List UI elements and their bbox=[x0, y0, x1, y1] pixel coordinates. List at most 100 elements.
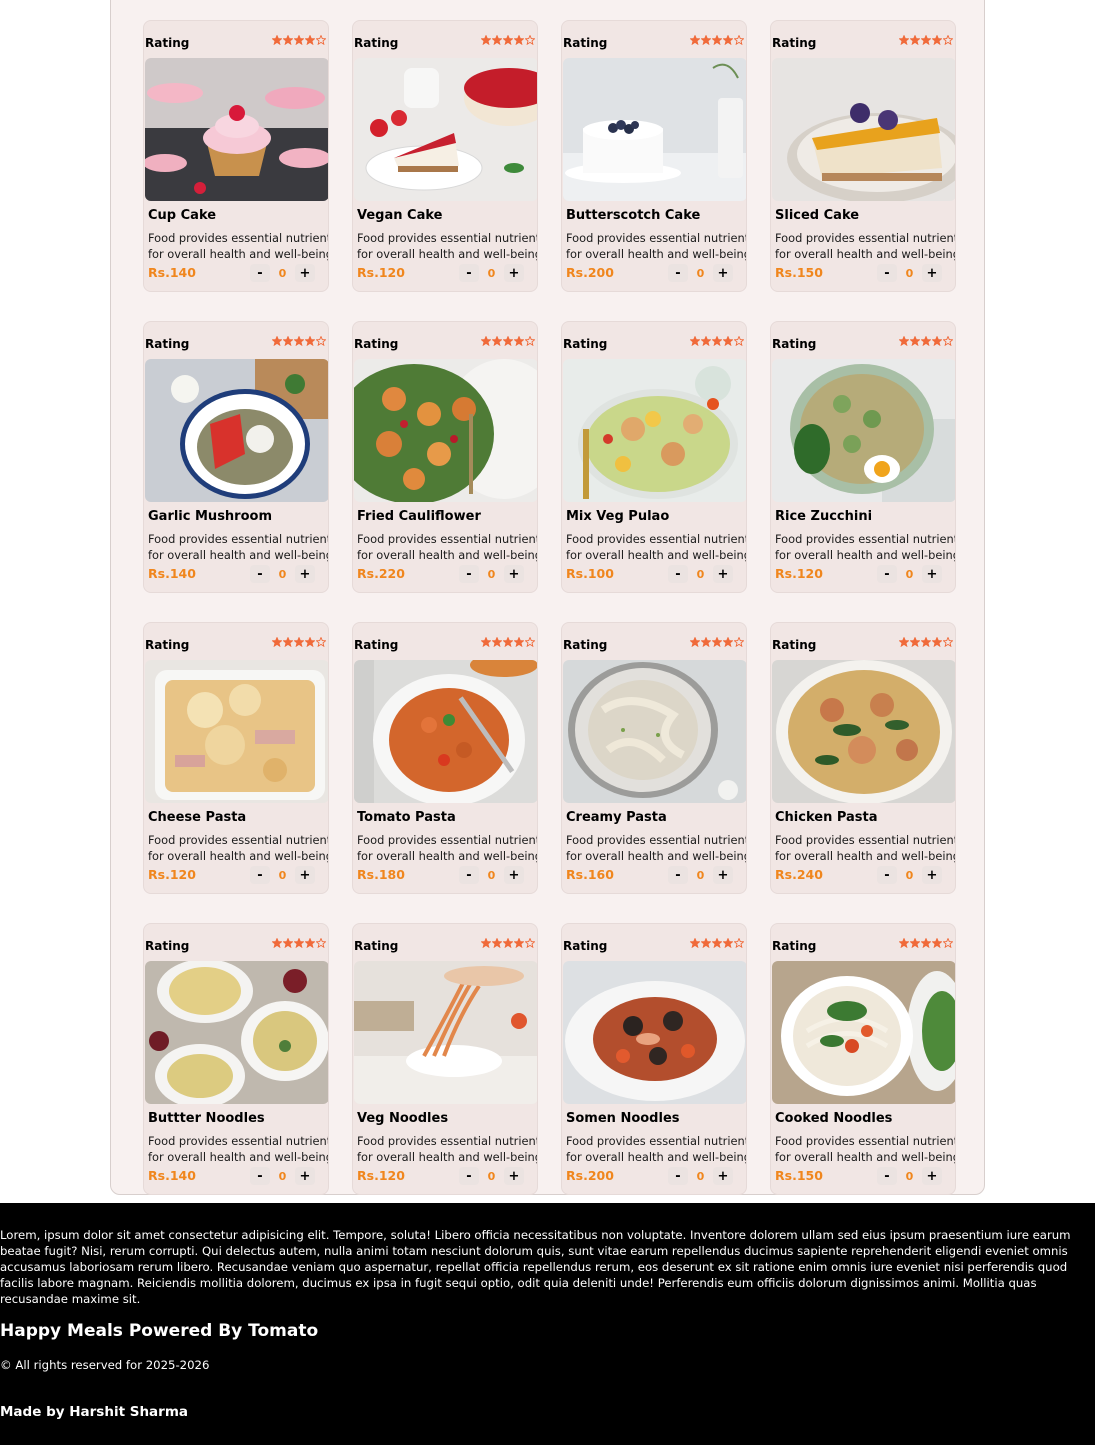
increment-button[interactable]: + bbox=[504, 1167, 524, 1185]
star-filled-icon bbox=[294, 637, 304, 647]
decrement-button[interactable]: - bbox=[877, 866, 897, 884]
rating-label: Rating bbox=[772, 337, 817, 351]
decrement-button[interactable]: - bbox=[877, 1167, 897, 1185]
rating-stars bbox=[899, 35, 953, 45]
food-description-line: Food provides essential nutrients bbox=[148, 833, 329, 847]
decrement-button[interactable]: - bbox=[668, 565, 688, 583]
food-description: Food provides essential nutrients for ov… bbox=[148, 531, 328, 563]
increment-button[interactable]: + bbox=[922, 565, 942, 583]
increment-button[interactable]: + bbox=[922, 866, 942, 884]
star-filled-icon bbox=[283, 35, 293, 45]
quantity-value: 0 bbox=[696, 868, 705, 882]
increment-button[interactable]: + bbox=[713, 565, 733, 583]
decrement-button[interactable]: - bbox=[877, 565, 897, 583]
food-price: Rs.160 bbox=[566, 867, 614, 882]
star-filled-icon bbox=[910, 35, 920, 45]
rating-label: Rating bbox=[563, 36, 608, 50]
star-filled-icon bbox=[690, 35, 700, 45]
rating-stars bbox=[690, 35, 744, 45]
star-filled-icon bbox=[514, 336, 524, 346]
star-filled-icon bbox=[690, 336, 700, 346]
decrement-button[interactable]: - bbox=[250, 1167, 270, 1185]
star-filled-icon bbox=[481, 637, 491, 647]
increment-button[interactable]: + bbox=[295, 866, 315, 884]
footer-description: Lorem, ipsum dolor sit amet consectetur … bbox=[0, 1228, 1071, 1306]
food-name: Buttter Noodles bbox=[148, 1111, 265, 1126]
card-rating-row: Rating bbox=[562, 35, 746, 51]
decrement-button[interactable]: - bbox=[668, 264, 688, 282]
increment-button[interactable]: + bbox=[504, 565, 524, 583]
star-filled-icon bbox=[503, 336, 513, 346]
star-filled-icon bbox=[899, 336, 909, 346]
food-price: Rs.200 bbox=[566, 265, 614, 280]
decrement-button[interactable]: - bbox=[459, 866, 479, 884]
rating-label: Rating bbox=[145, 638, 190, 652]
food-description: Food provides essential nutrients for ov… bbox=[357, 230, 538, 262]
food-card: Rating Buttter Noodles Food provides ess… bbox=[143, 923, 329, 1195]
decrement-button[interactable]: - bbox=[877, 264, 897, 282]
food-description-line: Food provides essential nutrients bbox=[775, 833, 956, 847]
quantity-value: 0 bbox=[278, 567, 287, 581]
food-card: Rating Sliced Cake Food provides essenti… bbox=[770, 20, 956, 292]
decrement-button[interactable]: - bbox=[668, 866, 688, 884]
food-name: Vegan Cake bbox=[357, 208, 443, 223]
food-card: Rating Somen Noodles Food provides essen… bbox=[561, 923, 747, 1195]
white-cake-blueberries-photo bbox=[563, 58, 746, 201]
quantity-stepper: - 0 + bbox=[250, 1167, 315, 1185]
food-card: Rating Cooked Noodles Food provides esse… bbox=[770, 923, 956, 1195]
food-description-line: Food provides essential nutrients bbox=[775, 231, 956, 245]
star-filled-icon bbox=[701, 336, 711, 346]
food-description-line: Food provides essential nutrients bbox=[357, 231, 538, 245]
food-price: Rs.180 bbox=[357, 867, 405, 882]
zucchini-rice-egg-photo bbox=[772, 359, 955, 502]
increment-button[interactable]: + bbox=[295, 1167, 315, 1185]
food-price: Rs.120 bbox=[148, 867, 196, 882]
card-rating-row: Rating bbox=[144, 336, 328, 352]
star-filled-icon bbox=[701, 35, 711, 45]
food-name: Cup Cake bbox=[148, 208, 217, 223]
decrement-button[interactable]: - bbox=[459, 1167, 479, 1185]
star-filled-icon bbox=[932, 336, 942, 346]
decrement-button[interactable]: - bbox=[668, 1167, 688, 1185]
increment-button[interactable]: + bbox=[713, 264, 733, 282]
food-description-line: for overall health and well-being bbox=[148, 849, 329, 863]
decrement-button[interactable]: - bbox=[250, 866, 270, 884]
rating-label: Rating bbox=[772, 939, 817, 953]
food-description: Food provides essential nutrients for ov… bbox=[148, 832, 329, 864]
food-price: Rs.140 bbox=[148, 1168, 196, 1183]
star-filled-icon bbox=[921, 637, 931, 647]
decrement-button[interactable]: - bbox=[459, 264, 479, 282]
increment-button[interactable]: + bbox=[295, 565, 315, 583]
food-description-line: Food provides essential nutrients bbox=[566, 532, 747, 546]
increment-button[interactable]: + bbox=[295, 264, 315, 282]
star-empty-icon bbox=[734, 336, 744, 346]
food-name: Mix Veg Pulao bbox=[566, 509, 670, 524]
quantity-value: 0 bbox=[696, 567, 705, 581]
tomato-fusilli-photo bbox=[354, 660, 537, 803]
decrement-button[interactable]: - bbox=[459, 565, 479, 583]
star-filled-icon bbox=[690, 938, 700, 948]
quantity-stepper: - 0 + bbox=[459, 866, 524, 884]
decrement-button[interactable]: - bbox=[250, 565, 270, 583]
footer: Lorem, ipsum dolor sit amet consectetur … bbox=[0, 1203, 1095, 1445]
food-card: Rating Cup Cake Food provides essential … bbox=[143, 20, 329, 292]
star-filled-icon bbox=[910, 938, 920, 948]
star-empty-icon bbox=[734, 637, 744, 647]
increment-button[interactable]: + bbox=[504, 264, 524, 282]
increment-button[interactable]: + bbox=[504, 866, 524, 884]
increment-button[interactable]: + bbox=[922, 264, 942, 282]
cheese-pasta-bake-photo bbox=[145, 660, 328, 803]
food-description-line: Food provides essential nutrients bbox=[775, 532, 956, 546]
increment-button[interactable]: + bbox=[922, 1167, 942, 1185]
card-rating-row: Rating bbox=[771, 938, 955, 954]
increment-button[interactable]: + bbox=[713, 866, 733, 884]
quantity-value: 0 bbox=[696, 266, 705, 280]
strawberry-cheesecake-photo bbox=[354, 58, 537, 201]
increment-button[interactable]: + bbox=[713, 1167, 733, 1185]
star-empty-icon bbox=[943, 938, 953, 948]
star-empty-icon bbox=[316, 938, 326, 948]
decrement-button[interactable]: - bbox=[250, 264, 270, 282]
star-filled-icon bbox=[294, 336, 304, 346]
card-rating-row: Rating bbox=[353, 938, 537, 954]
star-filled-icon bbox=[492, 637, 502, 647]
